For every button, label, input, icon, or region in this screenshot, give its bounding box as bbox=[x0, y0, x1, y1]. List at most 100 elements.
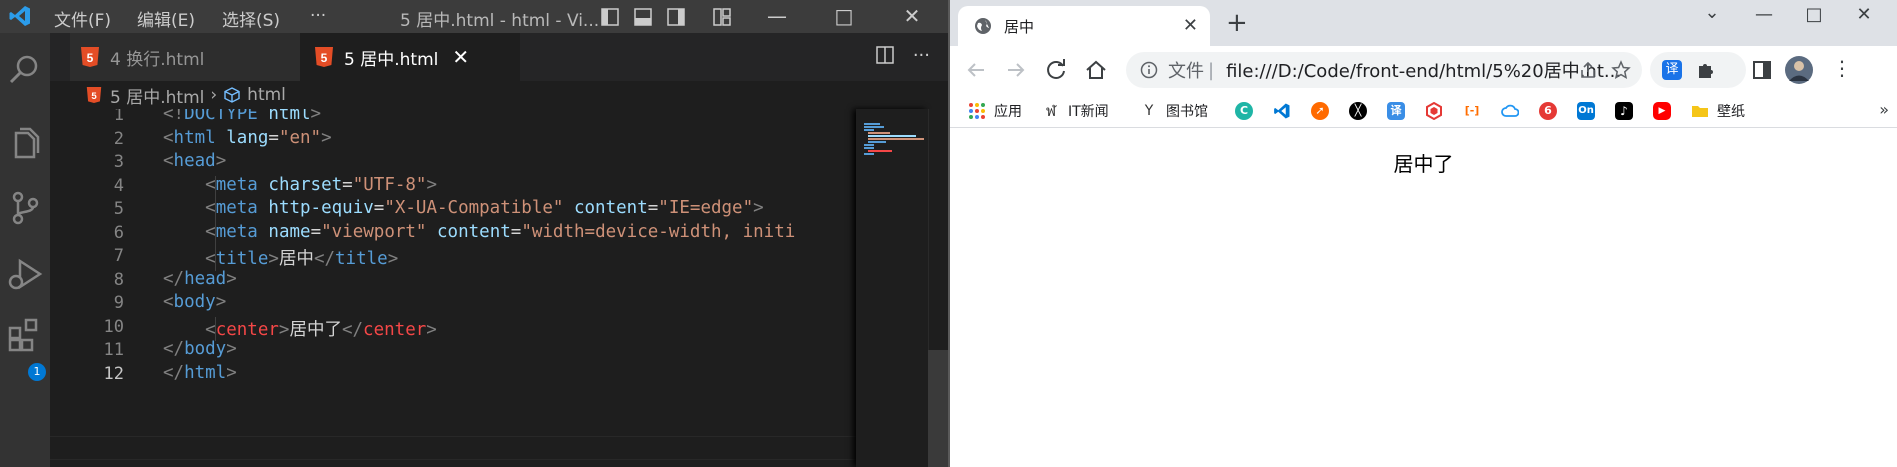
html5-icon: 5 bbox=[315, 47, 333, 67]
code-line: </html> bbox=[163, 363, 237, 383]
close-icon[interactable]: ✕ bbox=[1850, 4, 1878, 25]
bookmark-cube[interactable] bbox=[1425, 100, 1451, 122]
symbol-cube-icon bbox=[224, 87, 240, 103]
close-icon[interactable]: ✕ bbox=[900, 4, 924, 28]
editor-actions: ··· bbox=[875, 45, 930, 66]
weibo-icon: 6 bbox=[1539, 102, 1557, 120]
toggle-primary-sidebar-icon[interactable] bbox=[600, 7, 620, 27]
code-editor[interactable]: 1 2 3 4 5 6 7 8 9 10 11 12 <!DOCTYPE htm… bbox=[50, 109, 856, 467]
reload-icon[interactable] bbox=[1042, 56, 1070, 84]
globe-icon bbox=[975, 18, 991, 34]
menu-edit[interactable]: 编辑(E) bbox=[137, 6, 195, 31]
toggle-secondary-sidebar-icon[interactable] bbox=[666, 7, 686, 27]
customize-layout-icon[interactable] bbox=[712, 7, 732, 27]
tool-icon: ╳ bbox=[1349, 102, 1367, 120]
bookmarks-overflow-icon[interactable]: » bbox=[1879, 100, 1889, 119]
minimap[interactable] bbox=[856, 109, 928, 467]
vscode-icon bbox=[1274, 103, 1290, 119]
source-control-icon[interactable] bbox=[6, 189, 44, 227]
profile-avatar[interactable] bbox=[1784, 55, 1814, 85]
translate-extension-icon[interactable]: 译 bbox=[1662, 60, 1682, 80]
bookmark-c[interactable]: C bbox=[1235, 100, 1261, 122]
new-tab-button[interactable]: + bbox=[1226, 10, 1248, 36]
toggle-panel-icon[interactable] bbox=[633, 7, 653, 27]
centered-text: 居中了 bbox=[1393, 152, 1454, 176]
more-actions-icon[interactable]: ··· bbox=[913, 45, 930, 66]
editor-scrollbar-thumb[interactable] bbox=[928, 350, 948, 467]
maximize-icon[interactable]: □ bbox=[1800, 4, 1828, 25]
url-text: file:///D:/Code/front-end/html/5%20居中.ht… bbox=[1226, 61, 1622, 82]
bookmark-apps[interactable]: 应用 bbox=[968, 100, 1022, 122]
tab-close-icon[interactable]: ✕ bbox=[1183, 15, 1198, 36]
line-number: 10 bbox=[103, 317, 124, 337]
bookmark-weibo[interactable]: 6 bbox=[1539, 100, 1565, 122]
breadcrumb-symbol[interactable]: html bbox=[247, 85, 286, 105]
menu-file[interactable]: 文件(F) bbox=[54, 6, 111, 31]
code-line: <html lang="en"> bbox=[163, 128, 332, 148]
line-number: 11 bbox=[103, 340, 124, 360]
menu-selection[interactable]: 选择(S) bbox=[222, 6, 280, 31]
search-icon[interactable] bbox=[6, 51, 44, 89]
forward-icon[interactable] bbox=[1002, 56, 1030, 84]
vscode-logo-icon bbox=[9, 6, 30, 26]
info-icon[interactable] bbox=[1140, 61, 1158, 79]
bookmark-bracket[interactable]: [-] bbox=[1463, 100, 1489, 122]
puzzle-icon[interactable] bbox=[1696, 60, 1716, 80]
tab-search-icon[interactable]: ⌄ bbox=[1698, 2, 1726, 23]
current-line-highlight bbox=[50, 436, 856, 460]
code-line: <center>居中了</center> bbox=[205, 320, 437, 340]
bookmark-youtube[interactable]: ▶ bbox=[1653, 100, 1679, 122]
line-number: 1 bbox=[113, 109, 124, 125]
bookmark-star-icon[interactable] bbox=[1611, 60, 1631, 80]
back-icon[interactable] bbox=[962, 56, 990, 84]
share-icon[interactable] bbox=[1578, 60, 1598, 80]
code-line: </head> bbox=[163, 269, 237, 289]
html5-icon: 5 bbox=[86, 87, 102, 103]
side-panel-icon[interactable] bbox=[1750, 58, 1774, 82]
chrome-tab-strip: 居中 ✕ + ⌄ — □ ✕ bbox=[950, 0, 1897, 46]
breadcrumb-file[interactable]: 5 居中.html bbox=[110, 83, 204, 108]
svg-text:5: 5 bbox=[91, 91, 97, 102]
bookmark-library[interactable]: Y 图书馆 bbox=[1140, 100, 1208, 122]
cube-icon bbox=[1426, 102, 1442, 120]
explorer-icon[interactable] bbox=[6, 125, 44, 163]
url-separator: | bbox=[1208, 59, 1215, 81]
browser-tab[interactable]: 居中 ✕ bbox=[958, 6, 1210, 46]
split-editor-icon[interactable] bbox=[875, 45, 895, 65]
bookmark-tool[interactable]: ╳ bbox=[1349, 100, 1375, 122]
page-content: 居中了 bbox=[950, 128, 1897, 467]
minimize-icon[interactable]: — bbox=[1750, 4, 1778, 25]
breadcrumb: 5 5 居中.html › html bbox=[50, 81, 948, 109]
maximize-icon[interactable]: □ bbox=[832, 4, 856, 28]
line-number: 5 bbox=[113, 199, 124, 219]
bookmark-on[interactable]: On bbox=[1577, 100, 1603, 122]
tab-4-huanhang-html[interactable]: 5 4 换行.html bbox=[70, 33, 300, 81]
browser-tab-title: 居中 bbox=[1004, 17, 1035, 36]
library-icon: Y bbox=[1144, 103, 1154, 119]
code-line: <meta http-equiv="X-UA-Compatible" conte… bbox=[205, 198, 764, 218]
menu-kebab-icon[interactable]: ⋮ bbox=[1832, 56, 1852, 80]
bookmark-wallpaper[interactable]: 壁纸 bbox=[1691, 100, 1745, 122]
menu-more[interactable]: ··· bbox=[310, 6, 326, 26]
code-line: </body> bbox=[163, 339, 237, 359]
url-scheme-label: 文件 bbox=[1168, 61, 1204, 82]
extensions-icon[interactable] bbox=[6, 316, 44, 354]
address-bar[interactable]: 文件 | file:///D:/Code/front-end/html/5%20… bbox=[1126, 52, 1642, 88]
bookmark-translate[interactable]: 译 bbox=[1387, 100, 1413, 122]
window-title: 5 居中.html - html - Vi... bbox=[400, 11, 600, 31]
bookmark-vscode[interactable] bbox=[1273, 100, 1299, 122]
tab-5-juzhong-html[interactable]: 5 5 居中.html ✕ bbox=[300, 33, 520, 81]
home-icon[interactable] bbox=[1082, 56, 1110, 84]
svg-text:5: 5 bbox=[87, 51, 94, 65]
bookmark-cloud[interactable] bbox=[1501, 100, 1527, 122]
minimize-icon[interactable]: — bbox=[765, 4, 789, 28]
line-number: 6 bbox=[113, 223, 124, 243]
bookmark-it-news[interactable]: ฬ IT新闻 bbox=[1042, 100, 1109, 122]
bookmark-compass[interactable]: ➚ bbox=[1311, 100, 1337, 122]
run-debug-icon[interactable] bbox=[6, 255, 44, 293]
tab-label: 5 居中.html bbox=[344, 49, 439, 70]
bookmarks-bar: 应用 ฬ IT新闻 Y 图书馆 C ➚ ╳ 译 [-] 6 On ♪ ▶ 壁纸 bbox=[950, 94, 1897, 128]
tab-close-icon[interactable]: ✕ bbox=[452, 45, 469, 69]
bookmark-tiktok[interactable]: ♪ bbox=[1615, 100, 1641, 122]
code-line: <meta name="viewport" content="width=dev… bbox=[205, 222, 796, 242]
